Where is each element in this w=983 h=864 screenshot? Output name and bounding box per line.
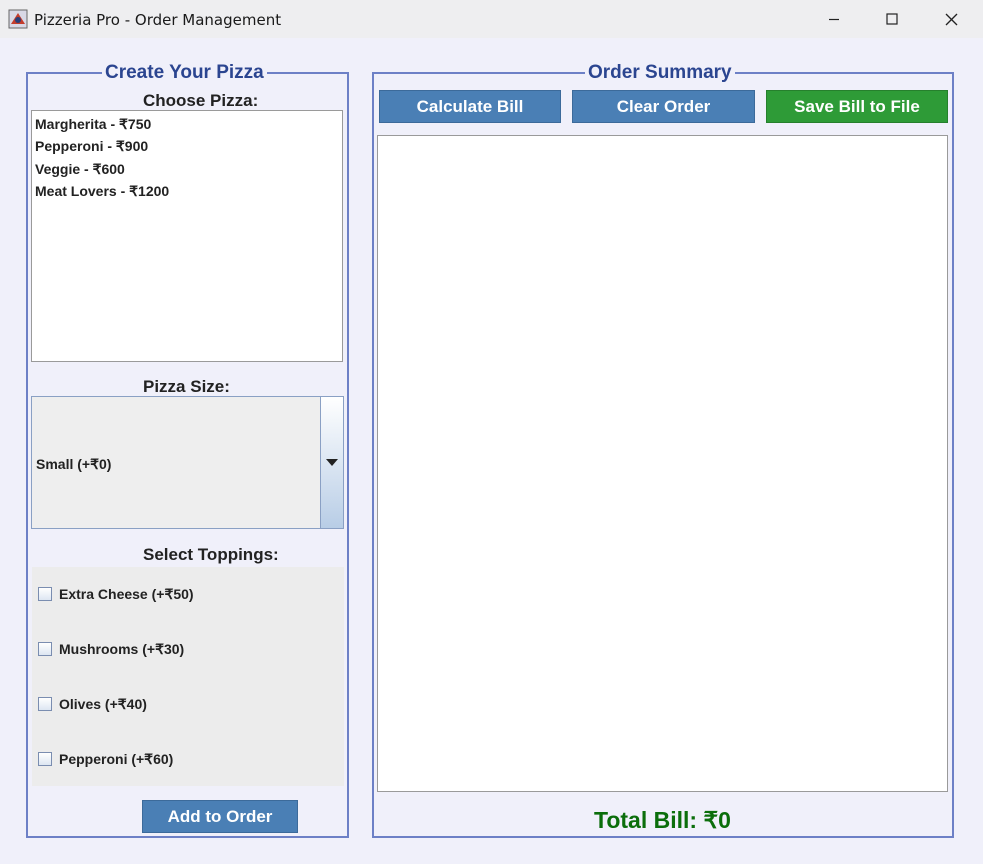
pizza-size-selected: Small (+₹0) xyxy=(36,456,112,472)
dropdown-button[interactable] xyxy=(320,397,343,528)
pizza-item-meat-lovers[interactable]: Meat Lovers - ₹1200 xyxy=(35,183,169,200)
title-bar: Pizzeria Pro - Order Management xyxy=(0,0,983,38)
window-title: Pizzeria Pro - Order Management xyxy=(34,11,282,29)
choose-pizza-label: Choose Pizza: xyxy=(143,91,259,110)
close-icon xyxy=(945,13,957,25)
extra-cheese-checkbox[interactable] xyxy=(38,587,52,601)
mushrooms-label: Mushrooms (+₹30) xyxy=(59,641,185,657)
calculate-bill-button[interactable]: Calculate Bill xyxy=(379,90,561,123)
pizza-size-dropdown[interactable]: Small (+₹0) xyxy=(31,396,344,529)
clear-order-button[interactable]: Clear Order xyxy=(572,90,755,123)
save-bill-button[interactable]: Save Bill to File xyxy=(766,90,948,123)
order-summary-textarea[interactable] xyxy=(377,135,948,792)
pizza-size-label: Pizza Size: xyxy=(143,377,230,396)
pepperoni-label: Pepperoni (+₹60) xyxy=(59,751,174,767)
order-summary-panel: Order Summary Calculate Bill Clear Order… xyxy=(372,63,954,838)
chevron-down-icon xyxy=(326,459,338,466)
order-summary-title: Order Summary xyxy=(585,63,735,83)
pizza-item-margherita[interactable]: Margherita - ₹750 xyxy=(35,116,151,133)
olives-label: Olives (+₹40) xyxy=(59,696,147,712)
maximize-button[interactable] xyxy=(863,0,921,38)
mushrooms-checkbox[interactable] xyxy=(38,642,52,656)
toppings-label: Select Toppings: xyxy=(143,545,279,564)
extra-cheese-label: Extra Cheese (+₹50) xyxy=(59,586,194,602)
toppings-panel: Extra Cheese (+₹50) Mushrooms (+₹30) Oli… xyxy=(32,567,344,786)
total-bill-label: Total Bill: ₹0 xyxy=(594,807,731,833)
minimize-button[interactable] xyxy=(805,0,863,38)
minimize-icon xyxy=(829,18,839,21)
pizza-item-veggie[interactable]: Veggie - ₹600 xyxy=(35,161,125,178)
olives-checkbox[interactable] xyxy=(38,697,52,711)
add-to-order-button[interactable]: Add to Order xyxy=(142,800,298,833)
app-icon xyxy=(8,9,28,29)
pizza-item-pepperoni[interactable]: Pepperoni - ₹900 xyxy=(35,138,148,155)
maximize-icon xyxy=(886,13,898,25)
close-button[interactable] xyxy=(922,0,980,38)
pizza-list[interactable]: Margherita - ₹750 Pepperoni - ₹900 Veggi… xyxy=(31,110,343,362)
create-pizza-title: Create Your Pizza xyxy=(102,63,267,83)
pepperoni-checkbox[interactable] xyxy=(38,752,52,766)
create-pizza-panel: Create Your Pizza Choose Pizza: Margheri… xyxy=(26,63,349,838)
